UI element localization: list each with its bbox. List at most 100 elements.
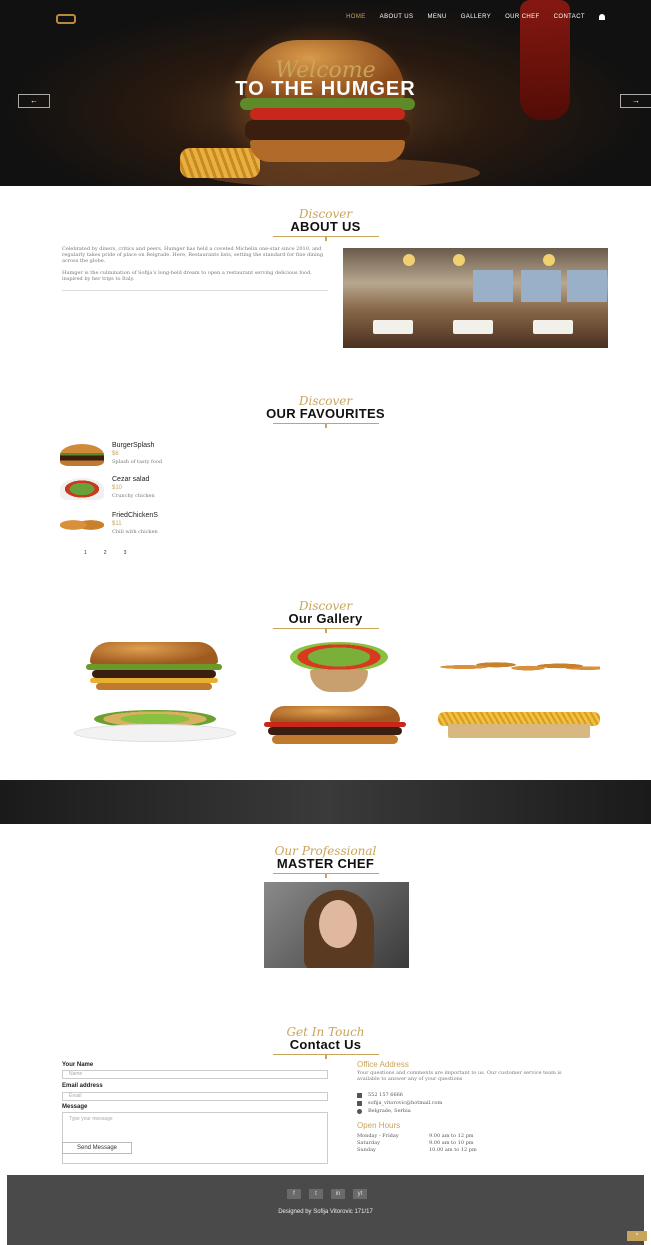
address-text: Belgrade, Serbia bbox=[368, 1108, 411, 1114]
hours-time: 10.00 am to 12 pm bbox=[429, 1147, 477, 1153]
menu-item-name: FriedChickenS bbox=[112, 512, 158, 519]
about-header: Discover ABOUT US bbox=[0, 208, 651, 241]
office-title: Office Address bbox=[357, 1060, 409, 1069]
name-label: Your Name bbox=[62, 1062, 94, 1068]
menu-item-desc: Crunchy chicken bbox=[112, 493, 155, 499]
social-links: f t in yt bbox=[287, 1189, 367, 1199]
favourites-rule bbox=[272, 423, 379, 428]
gallery-nuggets bbox=[440, 656, 600, 678]
page-1-link[interactable]: 1 bbox=[84, 550, 87, 556]
hours-day: Sunday bbox=[357, 1147, 376, 1153]
parallax-band bbox=[0, 780, 651, 824]
email-input[interactable]: Email bbox=[62, 1092, 328, 1101]
send-message-button[interactable]: Send Message bbox=[62, 1142, 132, 1154]
menu-item-price: $10 bbox=[112, 485, 123, 491]
gallery-patty bbox=[92, 670, 216, 678]
nav-gallery[interactable]: GALLERY bbox=[461, 14, 491, 20]
gallery-image-nuggets[interactable] bbox=[440, 652, 600, 682]
restaurant-window bbox=[473, 270, 513, 302]
main-nav: HOME ABOUT US MENU GALLERY OUR CHEF CONT… bbox=[346, 14, 605, 20]
gallery-bun bbox=[90, 642, 218, 664]
hero-title: TO THE HUMGER bbox=[235, 78, 416, 100]
gallery-image-salad[interactable] bbox=[74, 710, 236, 742]
restaurant-table bbox=[453, 320, 493, 334]
logo[interactable] bbox=[56, 14, 76, 24]
menu-item-name: BurgerSplash bbox=[112, 442, 155, 449]
facebook-icon[interactable]: f bbox=[287, 1189, 301, 1199]
gallery-image-wrap[interactable] bbox=[280, 642, 398, 692]
hero-slider: HOME ABOUT US MENU GALLERY OUR CHEF CONT… bbox=[0, 0, 651, 186]
nav-chef[interactable]: OUR CHEF bbox=[505, 14, 540, 20]
menu-item-name: Cezar salad bbox=[112, 476, 150, 483]
chef-header: Our Professional MASTER CHEF bbox=[0, 845, 651, 878]
menu-item[interactable]: FriedChickenS $11 Chili with chicken bbox=[60, 512, 260, 542]
name-input[interactable]: Name bbox=[62, 1070, 328, 1079]
footer: f t in yt Designed by Sofija Vitorovic 1… bbox=[7, 1175, 644, 1245]
hero-burger-bottom bbox=[250, 140, 405, 162]
footer-credit: Designed by Sofija Vitorovic 171/17 bbox=[278, 1209, 373, 1215]
about-paragraph: Humger is the culmination of Sofija’s lo… bbox=[62, 270, 312, 282]
chef-photo bbox=[264, 882, 409, 968]
gallery-bottom-bun bbox=[272, 735, 398, 744]
about-text: Celebrated by diners, critics and peers,… bbox=[62, 246, 328, 288]
menu-item[interactable]: Cezar salad $10 Crunchy chicken bbox=[60, 476, 260, 506]
page-2-link[interactable]: 2 bbox=[104, 550, 107, 556]
twitter-icon[interactable]: t bbox=[309, 1189, 323, 1199]
phone-line: 552 157 6666 bbox=[357, 1092, 403, 1098]
chef-face bbox=[319, 900, 357, 948]
hero-burger-tomato bbox=[250, 108, 405, 120]
gallery-image-burger[interactable] bbox=[86, 642, 222, 690]
restaurant-lamp bbox=[453, 254, 465, 266]
email-line: sofija_vitorovic@hotmail.com bbox=[357, 1100, 442, 1106]
hours-title: Open Hours bbox=[357, 1121, 401, 1130]
gallery-bun bbox=[270, 706, 400, 722]
user-icon[interactable] bbox=[599, 14, 605, 20]
chicken-thumbnail bbox=[60, 514, 104, 536]
chef-rule bbox=[272, 873, 379, 878]
gallery-rule bbox=[272, 628, 379, 633]
gallery-title: Our Gallery bbox=[288, 611, 363, 626]
location-icon bbox=[357, 1108, 362, 1114]
gallery-image-burger-2[interactable] bbox=[264, 706, 406, 746]
phone-icon bbox=[357, 1092, 362, 1098]
menu-item-desc: Chili with chicken bbox=[112, 529, 158, 535]
instagram-icon[interactable]: in bbox=[331, 1189, 345, 1199]
gallery-wrap-paper bbox=[310, 670, 368, 692]
contact-rule bbox=[272, 1054, 379, 1059]
about-title: ABOUT US bbox=[290, 219, 361, 234]
page-3-link[interactable]: 3 bbox=[124, 550, 127, 556]
menu-item-price: $11 bbox=[112, 521, 122, 527]
message-textarea[interactable]: Type your message bbox=[62, 1112, 328, 1164]
hours-time: 9.00 am to 12 pm bbox=[429, 1133, 474, 1139]
contact-header: Get In Touch Contact Us bbox=[0, 1026, 651, 1059]
email-address[interactable]: sofija_vitorovic@hotmail.com bbox=[368, 1100, 442, 1106]
about-rule bbox=[272, 236, 379, 241]
phone-number: 552 157 6666 bbox=[368, 1092, 403, 1098]
youtube-icon[interactable]: yt bbox=[353, 1189, 367, 1199]
restaurant-window bbox=[567, 270, 607, 302]
nav-about[interactable]: ABOUT US bbox=[380, 14, 414, 20]
gallery-image-fries[interactable] bbox=[438, 712, 600, 740]
office-text: Your questions and comments are importan… bbox=[357, 1070, 562, 1082]
restaurant-table bbox=[533, 320, 573, 334]
back-to-top-button[interactable]: ^ bbox=[627, 1231, 647, 1241]
menu-item-price: $6 bbox=[112, 451, 119, 457]
hero-burger-patty bbox=[245, 120, 410, 140]
email-label: Email address bbox=[62, 1083, 103, 1089]
burger-thumbnail bbox=[60, 444, 104, 466]
gallery-bottom-bun bbox=[96, 683, 212, 690]
address-line: Belgrade, Serbia bbox=[357, 1108, 411, 1114]
restaurant-table bbox=[373, 320, 413, 334]
nav-home[interactable]: HOME bbox=[346, 14, 366, 20]
gallery-salad bbox=[290, 642, 388, 672]
nav-menu[interactable]: MENU bbox=[427, 14, 446, 20]
hours-time: 9.00 am to 10 pm bbox=[429, 1140, 474, 1146]
favourites-header: Discover OUR FAVOURITES bbox=[0, 395, 651, 428]
menu-item-desc: Splash of tasty food bbox=[112, 459, 163, 465]
slider-next-button[interactable]: → bbox=[620, 94, 651, 108]
menu-item[interactable]: BurgerSplash $6 Splash of tasty food bbox=[60, 442, 260, 472]
slider-prev-button[interactable]: ← bbox=[18, 94, 50, 108]
restaurant-window bbox=[521, 270, 561, 302]
hours-day: Saturday bbox=[357, 1140, 381, 1146]
nav-contact[interactable]: CONTACT bbox=[554, 14, 585, 20]
